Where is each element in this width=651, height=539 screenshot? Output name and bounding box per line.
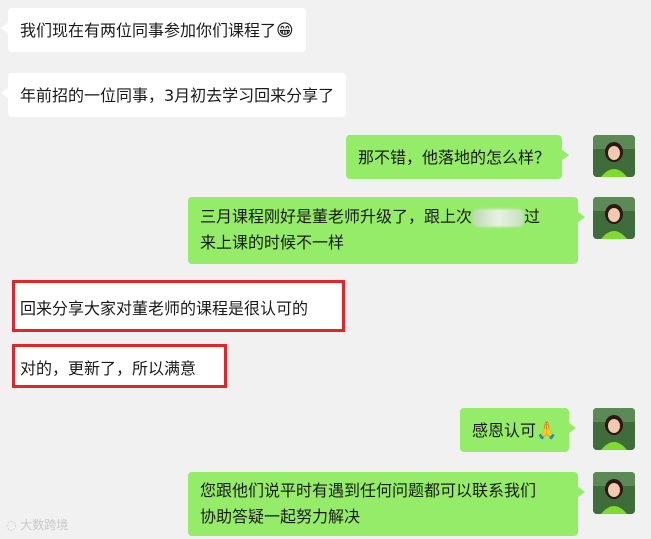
message-bubble-right[interactable]: 三月课程刚好是董老师升级了，跟上次 过 来上课的时候不一样 bbox=[188, 197, 585, 264]
message-bubble-right[interactable]: 感恩认可🙏 bbox=[460, 408, 577, 452]
person-avatar-icon bbox=[593, 472, 635, 514]
praying-hands-emoji-icon: 🙏 bbox=[536, 421, 558, 441]
avatar[interactable] bbox=[593, 408, 635, 450]
grin-emoji-icon: 😁 bbox=[276, 21, 294, 41]
message-bubble-left[interactable]: 对的，更新了，所以满意 bbox=[17, 350, 199, 388]
message-text: 那不错，他落地的怎么样？ bbox=[358, 148, 551, 167]
message-bubble-left[interactable]: 年前招的一位同事，3月初去学习回来分享了 bbox=[0, 73, 347, 117]
message-bubble-right[interactable]: 那不错，他落地的怎么样？ bbox=[346, 135, 570, 179]
message-text: 回来分享大家对董老师的课程是很认可的 bbox=[20, 299, 309, 318]
message-text: 来上课的时候不一样 bbox=[200, 233, 345, 252]
person-avatar-icon bbox=[593, 408, 635, 450]
highlight-box: 回来分享大家对董老师的课程是很认可的 bbox=[12, 280, 345, 332]
highlight-box: 对的，更新了，所以满意 bbox=[12, 344, 227, 388]
message-text: 感恩认可 bbox=[472, 421, 537, 440]
message-bubble-right[interactable]: 您跟他们说平时有遇到任何问题都可以联系我们 协助答疑一起努力解决 bbox=[188, 472, 585, 536]
message-text: 对的，更新了，所以满意 bbox=[20, 359, 197, 378]
message-text: 年前招的一位同事，3月初去学习回来分享了 bbox=[20, 86, 335, 105]
watermark: ◌ 大数跨境 bbox=[6, 518, 69, 532]
message-text: 三月课程刚好是董老师升级了，跟上次 bbox=[200, 207, 473, 226]
message-bubble-left[interactable]: 我们现在有两位同事参加你们课程了😁 bbox=[1, 8, 306, 52]
person-avatar-icon bbox=[593, 197, 635, 239]
avatar[interactable] bbox=[593, 197, 635, 239]
message-text: 协助答疑一起努力解决 bbox=[200, 507, 361, 526]
message-text: 您跟他们说平时有遇到任何问题都可以联系我们 bbox=[200, 481, 537, 500]
message-text: 过 bbox=[524, 207, 541, 226]
avatar[interactable] bbox=[593, 135, 635, 177]
blurred-name bbox=[472, 208, 525, 227]
watermark-logo-icon: ◌ bbox=[6, 518, 21, 532]
avatar[interactable] bbox=[593, 472, 635, 514]
message-text: 我们现在有两位同事参加你们课程了 bbox=[20, 21, 277, 40]
person-avatar-icon bbox=[593, 135, 635, 177]
message-bubble-left[interactable]: 回来分享大家对董老师的课程是很认可的 bbox=[17, 290, 311, 328]
